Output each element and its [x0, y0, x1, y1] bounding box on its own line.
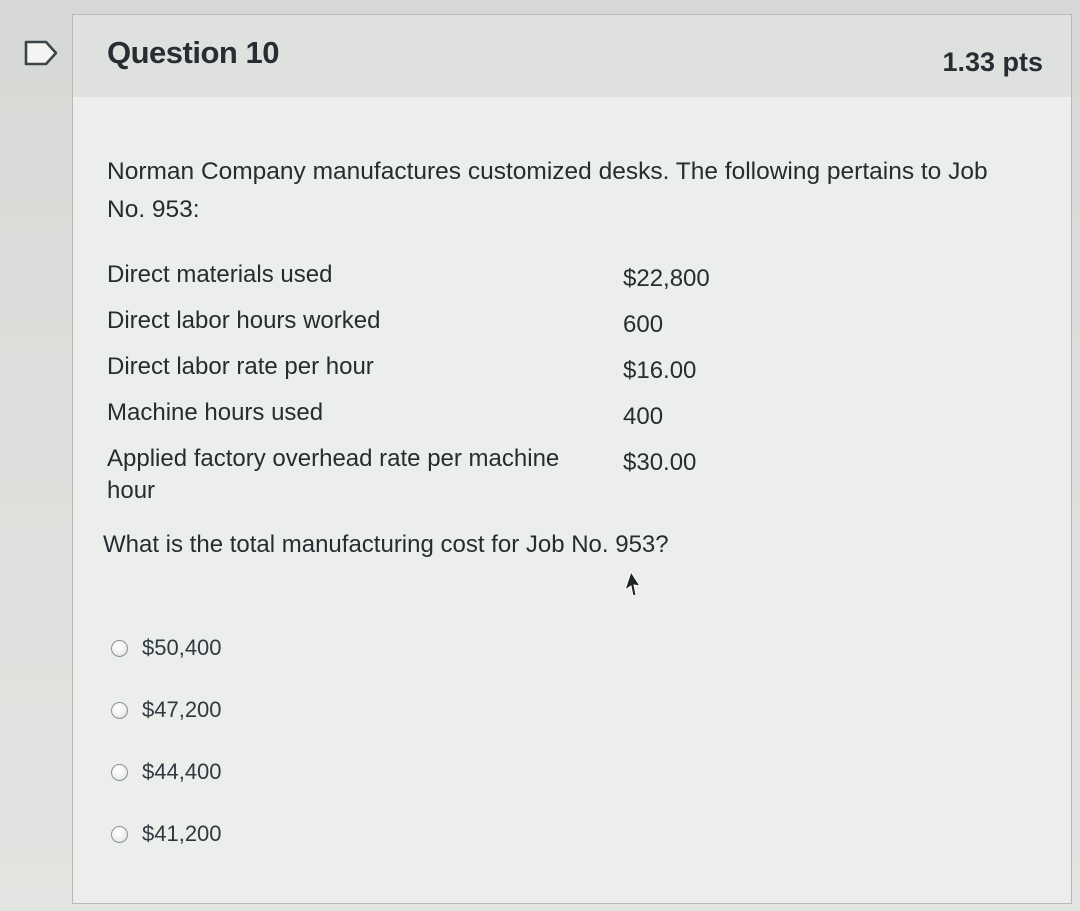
- answer-option[interactable]: $47,200: [111, 679, 222, 741]
- question-intro: Norman Company manufactures customized d…: [107, 158, 988, 223]
- flag-question-icon[interactable]: [22, 38, 62, 68]
- data-label: Machine hours used: [107, 399, 324, 426]
- data-label: Direct materials used: [107, 261, 333, 288]
- answer-label[interactable]: $41,200: [142, 821, 222, 847]
- question-prompt: What is the total manufacturing cost for…: [103, 531, 669, 558]
- data-value: 600: [623, 311, 664, 338]
- data-row: Direct labor rate per hour $16.00: [107, 345, 747, 391]
- data-value: 400: [623, 403, 664, 430]
- job-data-table: Direct materials used $22,800 Direct lab…: [107, 253, 747, 517]
- data-row: Direct labor hours worked 600: [107, 299, 747, 345]
- data-label: Direct labor rate per hour: [107, 353, 374, 380]
- answer-options: $50,400 $47,200 $44,400 $41,200: [111, 617, 222, 865]
- answer-option[interactable]: $50,400: [111, 617, 222, 679]
- radio-button[interactable]: [111, 763, 128, 781]
- mouse-pointer-icon: [624, 571, 641, 597]
- question-title: Question 10: [107, 35, 279, 70]
- radio-button[interactable]: [111, 825, 128, 843]
- question-body: Norman Company manufactures customized d…: [73, 97, 1071, 903]
- data-row: Applied factory overhead rate per machin…: [107, 437, 747, 517]
- data-value: $16.00: [623, 357, 697, 384]
- answer-label[interactable]: $47,200: [142, 697, 222, 723]
- data-value: $30.00: [623, 449, 697, 476]
- data-value: $22,800: [623, 265, 710, 292]
- question-header: Question 10 1.33 pts: [73, 15, 1071, 98]
- answer-label[interactable]: $50,400: [142, 635, 222, 661]
- question-card: Question 10 1.33 pts Norman Company manu…: [72, 14, 1072, 904]
- data-row: Direct materials used $22,800: [107, 253, 747, 299]
- answer-option[interactable]: $44,400: [111, 741, 222, 803]
- radio-button[interactable]: [111, 701, 128, 719]
- data-label: Applied factory overhead rate per machin…: [107, 445, 560, 504]
- data-label: Direct labor hours worked: [107, 307, 381, 334]
- data-row: Machine hours used 400: [107, 391, 747, 437]
- answer-label[interactable]: $44,400: [142, 759, 222, 785]
- radio-button[interactable]: [111, 639, 128, 657]
- answer-option[interactable]: $41,200: [111, 803, 222, 865]
- question-points: 1.33 pts: [942, 47, 1043, 77]
